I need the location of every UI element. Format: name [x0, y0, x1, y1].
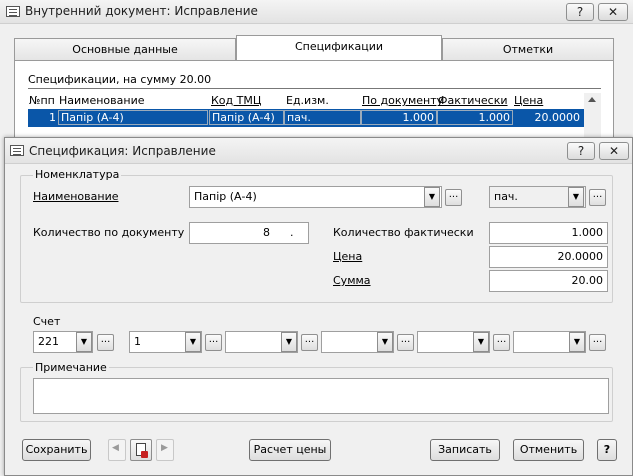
table-row[interactable]: 1 Папір (А-4) Папір (А-4) пач. 1.000 1.0…	[28, 109, 584, 127]
account-select-1[interactable]: ...	[97, 334, 114, 351]
document-icon	[10, 145, 24, 156]
parent-window-title: Внутренний документ: Исправление	[25, 4, 258, 18]
name-select-button[interactable]: ...	[445, 189, 462, 206]
parent-title-bar: Внутренний документ: Исправление ? ✕	[0, 0, 633, 24]
cell-number: 1	[49, 111, 56, 124]
account-dropdown-3[interactable]: ▼	[281, 332, 297, 352]
help-button[interactable]: ?	[597, 439, 617, 461]
cell-unit: пач.	[287, 111, 311, 124]
record-button[interactable]: Записать	[430, 439, 500, 461]
qty-doc-label: Количество по документу	[33, 226, 185, 239]
account-dropdown-2[interactable]: ▼	[185, 332, 201, 352]
grid-header: №пп Наименование Код ТМЦ Ед.изм. По доку…	[28, 93, 584, 108]
specifications-summary: Спецификации, на сумму 20.00	[28, 73, 212, 86]
sum-field[interactable]: 20.00	[489, 270, 608, 292]
red-mark-icon	[141, 451, 148, 458]
document-icon	[6, 6, 20, 17]
account-dropdown-6[interactable]: ▼	[569, 332, 585, 352]
nav-next-button[interactable]: ▶	[156, 439, 174, 461]
qty-doc-suffix: .	[290, 226, 294, 239]
tab-specifications[interactable]: Спецификации	[236, 35, 442, 61]
account-dropdown-1[interactable]: ▼	[76, 332, 92, 352]
name-label: Наименование	[33, 190, 119, 203]
cell-actual: 1.000	[478, 111, 511, 124]
account-select-4[interactable]: ...	[397, 334, 414, 351]
col-unit[interactable]: Ед.изм.	[286, 93, 329, 108]
name-combo[interactable]: Папір (А-4)	[189, 186, 442, 208]
account-dropdown-4[interactable]: ▼	[377, 332, 393, 352]
document-refresh-button[interactable]	[130, 439, 152, 461]
col-by-document[interactable]: По документу	[362, 93, 443, 108]
account-select-6[interactable]: ...	[589, 334, 606, 351]
cell-code: Папір (А-4)	[212, 111, 275, 124]
dialog-close-button[interactable]: ✕	[599, 142, 629, 160]
dialog-title-bar: Спецификация: Исправление ? ✕	[5, 138, 632, 164]
sum-label: Сумма	[333, 274, 371, 287]
qty-doc-field[interactable]: 8 .	[189, 222, 309, 244]
parent-help-button[interactable]: ?	[566, 3, 594, 21]
save-button[interactable]: Сохранить	[22, 439, 91, 461]
col-name[interactable]: Наименование	[59, 93, 144, 108]
col-number[interactable]: №пп	[29, 93, 55, 108]
arrow-left-icon: ◀	[112, 443, 119, 453]
note-field[interactable]	[33, 378, 609, 414]
account-dropdown-5[interactable]: ▼	[473, 332, 489, 352]
col-price[interactable]: Цена	[514, 93, 543, 108]
cancel-button[interactable]: Отменить	[513, 439, 584, 461]
cell-name: Папір (А-4)	[61, 111, 124, 124]
col-code[interactable]: Код ТМЦ	[211, 93, 261, 108]
dialog-help-button[interactable]: ?	[567, 142, 595, 160]
name-dropdown-button[interactable]: ▼	[424, 187, 440, 207]
price-label: Цена	[333, 250, 363, 263]
qty-fact-field[interactable]: 1.000	[489, 222, 608, 244]
scroll-up-icon[interactable]	[588, 97, 596, 102]
dialog-title: Спецификация: Исправление	[29, 144, 216, 158]
nav-prev-button[interactable]: ◀	[108, 439, 126, 461]
tab-main-data[interactable]: Основные данные	[14, 38, 236, 61]
qty-doc-value: 8	[263, 226, 270, 239]
summary-divider	[28, 88, 601, 89]
col-actual[interactable]: Фактически	[438, 93, 508, 108]
grid-scrollbar[interactable]	[584, 93, 601, 140]
nomenclature-group-title: Номенклатура	[33, 168, 122, 181]
specifications-grid[interactable]: №пп Наименование Код ТМЦ Ед.изм. По доку…	[28, 93, 601, 140]
calc-price-button[interactable]: Расчет цены	[249, 439, 331, 461]
tab-marks[interactable]: Отметки	[442, 38, 614, 61]
note-label: Примечание	[33, 361, 109, 374]
unit-dropdown-button[interactable]: ▼	[568, 187, 584, 207]
qty-fact-label: Количество фактически	[333, 226, 474, 239]
account-select-5[interactable]: ...	[493, 334, 510, 351]
account-select-2[interactable]: ...	[205, 334, 222, 351]
unit-select-button[interactable]: ...	[589, 189, 606, 206]
cell-by-document: 1.000	[402, 111, 435, 124]
price-field[interactable]: 20.0000	[489, 246, 608, 268]
account-select-3[interactable]: ...	[301, 334, 318, 351]
parent-close-button[interactable]: ✕	[598, 3, 628, 21]
arrow-right-icon: ▶	[161, 443, 168, 453]
cell-price: 20.0000	[534, 111, 581, 124]
account-label: Счет	[33, 315, 61, 328]
